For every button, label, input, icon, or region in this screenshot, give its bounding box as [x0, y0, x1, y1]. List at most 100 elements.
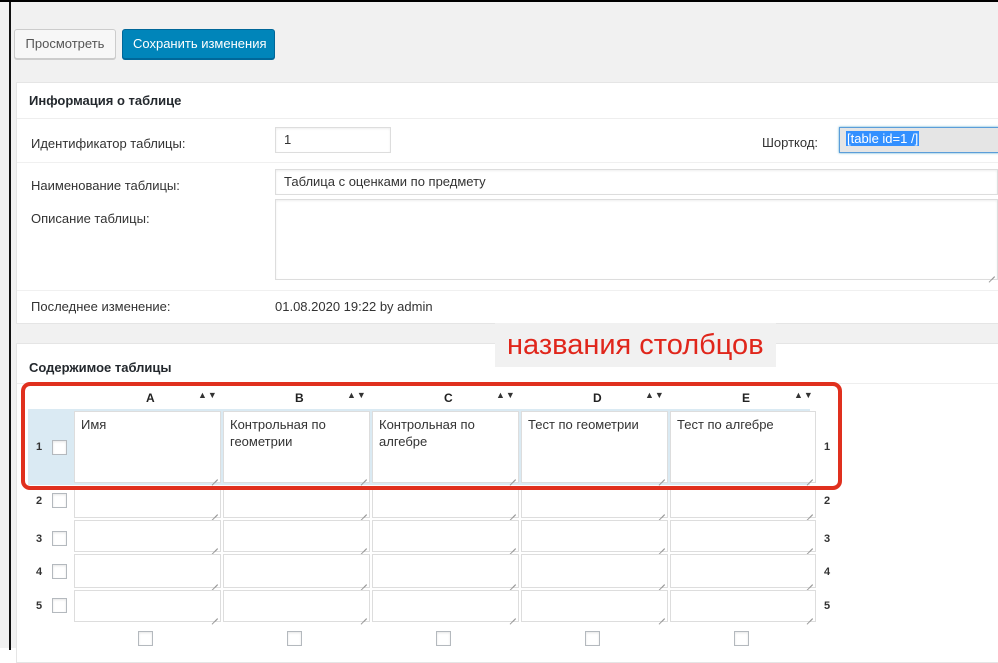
sort-arrows-icon[interactable]: ▲▼ [198, 390, 218, 400]
table-cell[interactable] [74, 554, 221, 588]
resize-grip-icon[interactable] [657, 611, 665, 619]
resize-grip-icon[interactable] [805, 507, 813, 515]
table-cell[interactable] [670, 489, 816, 518]
table-cell[interactable] [223, 489, 370, 518]
resize-grip-icon[interactable] [210, 507, 218, 515]
sort-arrows-icon[interactable]: ▲▼ [794, 390, 814, 400]
column-letter: A [146, 391, 155, 405]
preview-button[interactable]: Просмотреть [14, 29, 116, 59]
table-cell[interactable] [372, 520, 519, 552]
resize-grip-icon[interactable] [210, 541, 218, 549]
table-id-field[interactable]: 1 [275, 127, 391, 153]
column-header-c[interactable]: C ▲▼ [378, 390, 526, 409]
column-header-b[interactable]: B ▲▼ [229, 390, 377, 409]
table-cell[interactable] [223, 590, 370, 622]
row-checkbox[interactable] [52, 598, 67, 613]
table-cell[interactable]: Тест по геометрии [521, 411, 668, 483]
resize-grip-icon[interactable] [508, 577, 516, 585]
row-number: 4 [36, 566, 43, 578]
cell-text: Контрольная по геометрии [230, 417, 326, 449]
column-checkbox[interactable] [138, 631, 153, 646]
table-cell[interactable]: Контрольная по алгебре [372, 411, 519, 483]
last-modified-value: 01.08.2020 19:22 by admin [275, 299, 433, 314]
resize-grip-icon[interactable] [210, 611, 218, 619]
table-name-field[interactable]: Таблица с оценками по предмету [275, 169, 998, 195]
column-checkbox[interactable] [734, 631, 749, 646]
shortcode-value: [table id=1 /] [846, 131, 920, 146]
table-row: 4 4 [28, 553, 830, 589]
row-checkbox[interactable] [52, 531, 67, 546]
row-checkbox[interactable] [52, 564, 67, 579]
save-changes-button[interactable]: Сохранить изменения [122, 29, 275, 59]
row-number: 2 [36, 495, 43, 507]
table-cell[interactable]: Контрольная по геометрии [223, 411, 370, 483]
resize-grip-icon[interactable] [805, 611, 813, 619]
resize-grip-icon[interactable] [359, 541, 367, 549]
resize-grip-icon[interactable] [657, 472, 665, 480]
table-description-field[interactable] [275, 199, 998, 280]
column-letter: D [593, 391, 602, 405]
table-row: 3 3 [28, 519, 830, 553]
shortcode-label: Шорткод: [762, 135, 819, 150]
table-cell[interactable] [223, 554, 370, 588]
table-cell[interactable] [74, 520, 221, 552]
table-description-label: Описание таблицы: [31, 211, 150, 226]
table-cell[interactable] [670, 590, 816, 622]
resize-grip-icon[interactable] [657, 541, 665, 549]
row-number-right: 5 [824, 600, 831, 612]
resize-grip-icon[interactable] [210, 577, 218, 585]
table-cell[interactable] [372, 489, 519, 518]
table-cell[interactable] [372, 590, 519, 622]
resize-grip-icon[interactable] [508, 472, 516, 480]
resize-grip-icon[interactable] [359, 472, 367, 480]
resize-grip-icon[interactable] [508, 541, 516, 549]
cell-text: Тест по геометрии [528, 417, 639, 432]
sort-arrows-icon[interactable]: ▲▼ [496, 390, 516, 400]
column-checkbox[interactable] [436, 631, 451, 646]
page: Просмотреть Сохранить изменения Информац… [0, 0, 998, 663]
table-cell[interactable] [74, 590, 221, 622]
table-info-title: Информация о таблице [17, 83, 998, 119]
shortcode-field[interactable]: [table id=1 /] [839, 127, 998, 153]
separator [17, 162, 998, 163]
resize-grip-icon[interactable] [210, 472, 218, 480]
row-checkbox[interactable] [52, 440, 67, 455]
table-cell[interactable] [521, 590, 668, 622]
table-cell[interactable] [521, 520, 668, 552]
last-modified-label: Последнее изменение: [31, 299, 171, 314]
table-cell[interactable] [74, 489, 221, 518]
table-cell[interactable] [670, 520, 816, 552]
resize-grip-icon[interactable] [805, 577, 813, 585]
column-header-d[interactable]: D ▲▼ [527, 390, 675, 409]
column-checkbox[interactable] [585, 631, 600, 646]
resize-grip-icon[interactable] [805, 541, 813, 549]
column-header-e[interactable]: E ▲▼ [676, 390, 824, 409]
table-cell[interactable] [670, 554, 816, 588]
sort-arrows-icon[interactable]: ▲▼ [347, 390, 367, 400]
resize-grip-icon[interactable] [359, 577, 367, 585]
sort-arrows-icon[interactable]: ▲▼ [645, 390, 665, 400]
table-cell[interactable] [521, 489, 668, 518]
column-header-a[interactable]: A ▲▼ [80, 390, 228, 409]
resize-grip-icon[interactable] [508, 611, 516, 619]
table-cell[interactable] [223, 520, 370, 552]
table-cell[interactable]: Тест по алгебре [670, 411, 816, 483]
column-letter: B [295, 391, 304, 405]
row-number-right: 3 [824, 533, 831, 545]
table-cell[interactable]: Имя [74, 411, 221, 483]
resize-grip-icon[interactable] [508, 507, 516, 515]
row-checkbox[interactable] [52, 493, 67, 508]
left-border [9, 2, 11, 650]
resize-grip-icon[interactable] [657, 507, 665, 515]
resize-grip-icon[interactable] [805, 472, 813, 480]
resize-grip-icon[interactable] [987, 269, 995, 277]
table-cell[interactable] [521, 554, 668, 588]
column-checkbox[interactable] [287, 631, 302, 646]
cell-text: Контрольная по алгебре [379, 417, 475, 449]
resize-grip-icon[interactable] [359, 611, 367, 619]
row-number: 1 [36, 441, 43, 453]
resize-grip-icon[interactable] [359, 507, 367, 515]
table-id-label: Идентификатор таблицы: [31, 136, 186, 151]
resize-grip-icon[interactable] [657, 577, 665, 585]
table-cell[interactable] [372, 554, 519, 588]
